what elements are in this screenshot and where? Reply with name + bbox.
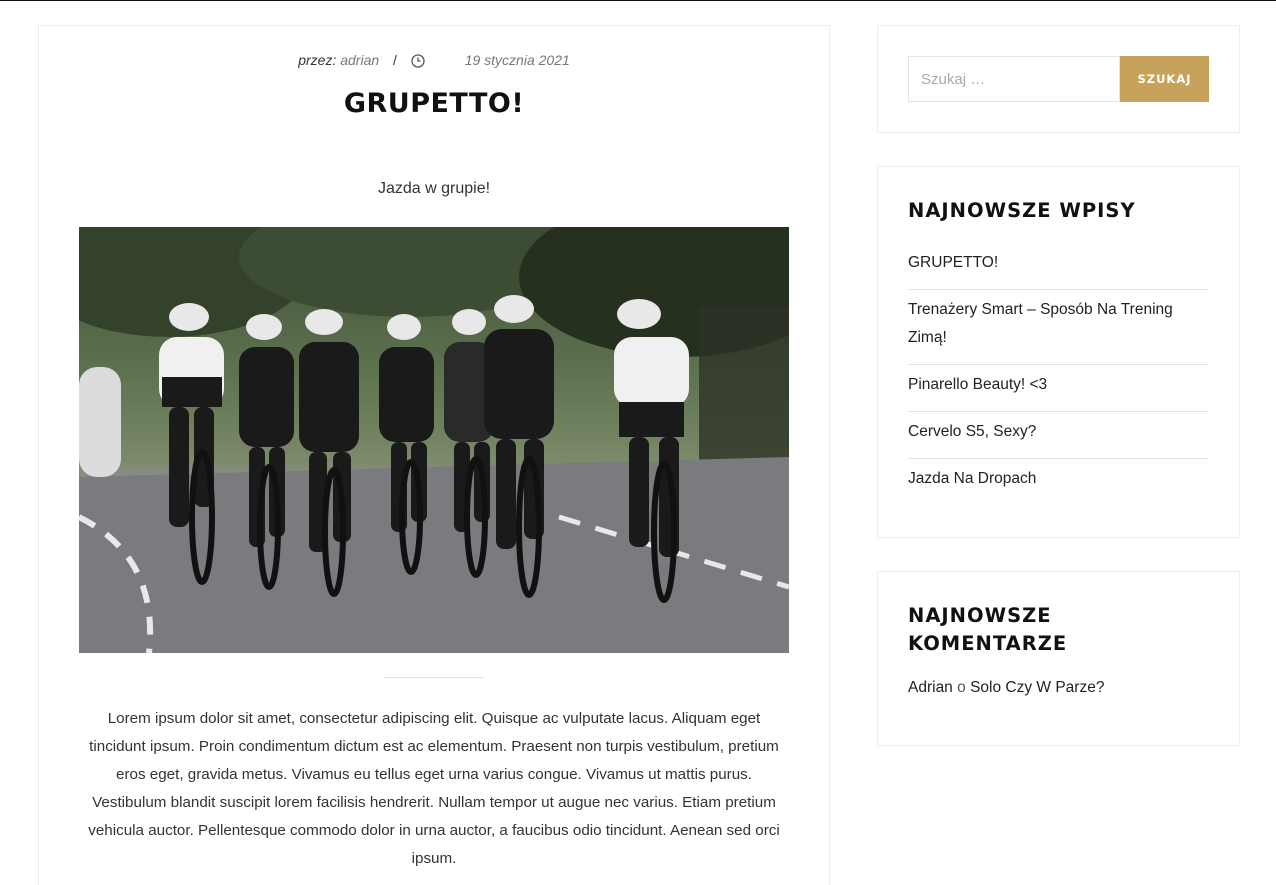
search-input[interactable] — [908, 56, 1120, 102]
post-lead: Jazda w grupie! — [377, 180, 491, 197]
recent-comments-widget: NAJNOWSZE KOMENTARZE Adrian o Solo Czy W… — [877, 571, 1240, 746]
post-meta: przez: adrian / 19 stycznia 2021 — [39, 52, 829, 71]
article-card: przez: adrian / 19 stycznia 2021 GRUPETT… — [38, 25, 830, 885]
post-title[interactable]: GRUPETTO! — [39, 88, 829, 119]
recent-posts-title: NAJNOWSZE WPISY — [908, 199, 1136, 222]
recent-post-link[interactable]: Pinarello Beauty! <3 — [908, 376, 1047, 393]
post-date[interactable]: 19 stycznia 2021 — [465, 52, 570, 68]
recent-comment: Adrian o Solo Czy W Parze? — [908, 679, 1104, 697]
recent-posts-widget: NAJNOWSZE WPISY GRUPETTO! Trenażery Smar… — [877, 166, 1240, 538]
list-item: Trenażery Smart – Sposób Na Trening Zimą… — [908, 290, 1209, 365]
content-divider — [384, 677, 484, 678]
search-button[interactable]: SZUKAJ — [1120, 56, 1209, 102]
comment-connector: o — [957, 679, 966, 696]
recent-post-link[interactable]: Jazda Na Dropach — [908, 470, 1036, 487]
recent-post-link[interactable]: GRUPETTO! — [908, 254, 998, 271]
author-link[interactable]: adrian — [340, 52, 379, 68]
comment-author-link[interactable]: Adrian — [908, 679, 953, 696]
post-body: Lorem ipsum dolor sit amet, consectetur … — [88, 710, 780, 867]
recent-posts-list: GRUPETTO! Trenażery Smart – Sposób Na Tr… — [908, 243, 1209, 505]
meta-separator: / — [393, 52, 397, 68]
post-image-cyclists — [79, 227, 789, 653]
top-border — [0, 0, 1276, 1]
list-item: Cervelo S5, Sexy? — [908, 412, 1209, 459]
list-item: GRUPETTO! — [908, 243, 1209, 290]
recent-comments-title: NAJNOWSZE KOMENTARZE — [908, 604, 1068, 655]
recent-post-link[interactable]: Cervelo S5, Sexy? — [908, 423, 1036, 440]
by-label: przez: — [298, 52, 337, 68]
recent-post-link[interactable]: Trenażery Smart – Sposób Na Trening Zimą… — [908, 301, 1173, 346]
search-widget: SZUKAJ — [877, 25, 1240, 133]
comment-post-link[interactable]: Solo Czy W Parze? — [970, 679, 1104, 696]
clock-icon — [411, 54, 425, 71]
list-item: Pinarello Beauty! <3 — [908, 365, 1209, 412]
list-item: Jazda Na Dropach — [908, 459, 1209, 505]
